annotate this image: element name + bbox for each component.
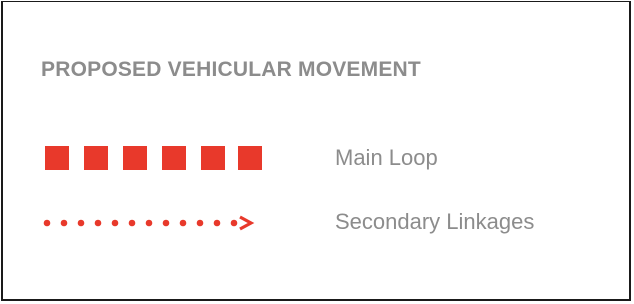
dot <box>77 219 85 227</box>
dot <box>230 219 238 227</box>
dot <box>196 219 204 227</box>
square-dash-line-icon <box>45 146 262 170</box>
dot <box>162 219 170 227</box>
square-dash <box>201 146 225 170</box>
dot <box>145 219 153 227</box>
dot <box>128 219 136 227</box>
dot <box>213 219 221 227</box>
dot <box>43 219 51 227</box>
square-dash <box>162 146 186 170</box>
square-dash <box>45 146 69 170</box>
dot <box>111 219 119 227</box>
legend-title: PROPOSED VEHICULAR MOVEMENT <box>41 58 421 81</box>
main-loop-label: Main Loop <box>335 145 438 170</box>
legend-panel: PROPOSED VEHICULAR MOVEMENT Main Loop Se… <box>1 1 631 301</box>
main-loop-symbol <box>41 143 301 173</box>
dotted-arrow-line-icon <box>43 215 255 231</box>
dot <box>60 219 68 227</box>
legend-item-secondary-linkages: Secondary Linkages <box>41 207 534 237</box>
square-dash <box>238 146 262 170</box>
secondary-linkages-label: Secondary Linkages <box>335 209 535 234</box>
square-dash <box>84 146 108 170</box>
dot <box>179 219 187 227</box>
square-dash <box>123 146 147 170</box>
dot <box>94 219 102 227</box>
arrowhead <box>239 215 255 231</box>
secondary-linkages-symbol <box>41 207 301 237</box>
legend-item-main-loop: Main Loop <box>41 143 438 173</box>
